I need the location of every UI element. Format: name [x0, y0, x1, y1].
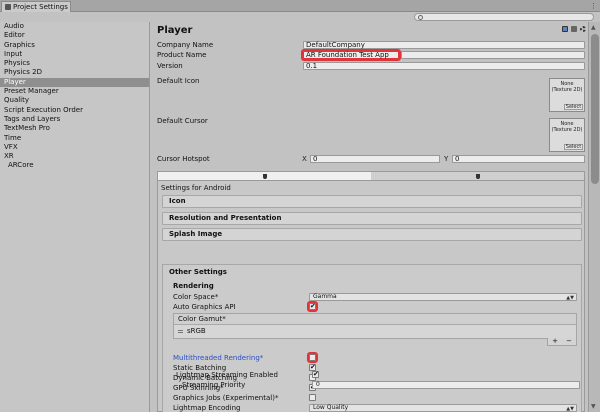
color-space-value: Gamma	[313, 293, 337, 300]
streaming-priority-label: Streaming Priority	[182, 381, 246, 389]
search-row	[150, 12, 600, 22]
default-cursor-label: Default Cursor	[157, 117, 208, 125]
dropdown-arrow-icon: ▲▼	[566, 295, 574, 301]
tab-standalone[interactable]	[158, 172, 371, 180]
default-icon-label: Default Icon	[157, 77, 200, 85]
scroll-up-icon[interactable]: ▲	[591, 24, 596, 31]
default-icon-select-button[interactable]: Select	[564, 104, 583, 110]
sidebar-item-preset-manager[interactable]: Preset Manager	[0, 87, 149, 96]
version-field[interactable]: 0.1	[303, 62, 585, 70]
sidebar-item-time[interactable]: Time	[0, 134, 149, 143]
default-icon-slot[interactable]: None (Texture 2D) Select	[549, 78, 585, 112]
scroll-down-icon[interactable]: ▼	[591, 403, 596, 410]
sidebar-item-physics[interactable]: Physics	[0, 59, 149, 68]
preset-icon[interactable]	[571, 26, 577, 32]
drag-handle-icon[interactable]	[178, 330, 183, 333]
section-splash-image[interactable]: Splash Image	[162, 228, 582, 241]
sidebar-item-player[interactable]: Player	[0, 77, 149, 88]
sidebar-item-arcore[interactable]: ARCore	[0, 161, 149, 170]
window-titlebar: Project Settings ⋮	[0, 0, 600, 12]
color-gamut-list: Color Gamut* sRGB	[173, 313, 577, 339]
color-space-dropdown[interactable]: Gamma ▲▼	[309, 293, 577, 301]
sidebar-item-audio[interactable]: Audio	[0, 22, 149, 31]
add-gamut-button[interactable]: +	[552, 338, 558, 345]
hotspot-y-field[interactable]: 0	[452, 155, 585, 163]
sidebar-item-graphics[interactable]: Graphics	[0, 41, 149, 50]
platform-tabs	[157, 171, 585, 181]
search-input[interactable]	[414, 13, 594, 21]
color-gamut-buttons: + −	[547, 338, 577, 346]
sidebar-item-quality[interactable]: Quality	[0, 96, 149, 105]
scrollbar-thumb[interactable]	[591, 34, 599, 184]
texture-type-text: (Texture 2D)	[551, 87, 583, 93]
color-gamut-header: Color Gamut*	[174, 314, 576, 325]
sidebar-item-script-execution-order[interactable]: Script Execution Order	[0, 106, 149, 115]
player-settings-panel: Player Company Name DefaultCompany Produ…	[151, 22, 588, 412]
tab-android[interactable]	[371, 172, 584, 180]
company-name-label: Company Name	[157, 41, 214, 49]
settings-sidebar: Audio Editor Graphics Input Physics Phys…	[0, 22, 150, 412]
help-icon[interactable]	[562, 26, 568, 32]
auto-graphics-api-checkbox[interactable]: ✔	[307, 301, 318, 312]
product-name-label: Product Name	[157, 51, 207, 59]
settings-for-heading: Settings for Android	[161, 184, 231, 192]
project-settings-tab[interactable]: Project Settings	[1, 1, 71, 12]
product-name-field[interactable]: AR Foundation Test App	[301, 49, 401, 61]
lightmap-streaming-checkbox[interactable]: ✔	[312, 371, 319, 378]
company-name-field[interactable]: DefaultCompany	[303, 41, 585, 49]
lightmap-streaming-label: Lightmap Streaming Enabled	[176, 371, 278, 379]
hotspot-x-field[interactable]: 0	[310, 155, 440, 163]
sidebar-item-xr[interactable]: XR	[0, 152, 149, 161]
section-icon[interactable]: Icon	[162, 195, 582, 208]
hotspot-y-label: Y	[444, 155, 449, 163]
default-cursor-slot[interactable]: None (Texture 2D) Select	[549, 118, 585, 152]
sidebar-item-editor[interactable]: Editor	[0, 31, 149, 40]
sidebar-item-input[interactable]: Input	[0, 50, 149, 59]
window-menu-icon[interactable]: ⋮	[590, 2, 597, 10]
sidebar-item-vfx[interactable]: VFX	[0, 143, 149, 152]
search-icon	[418, 15, 423, 20]
list-item[interactable]: sRGB	[174, 325, 576, 338]
gear-icon[interactable]	[580, 26, 586, 32]
other-settings-header[interactable]: Other Settings	[169, 268, 227, 276]
default-cursor-select-button[interactable]: Select	[564, 144, 583, 150]
page-title: Player	[157, 25, 193, 36]
android-icon	[475, 173, 480, 179]
multithreaded-rendering-checkbox[interactable]	[307, 352, 318, 363]
streaming-priority-field[interactable]: 0	[312, 381, 580, 389]
version-label: Version	[157, 62, 183, 70]
cursor-hotspot-label: Cursor Hotspot	[157, 155, 210, 163]
sidebar-item-textmesh-pro[interactable]: TextMesh Pro	[0, 124, 149, 133]
product-name-field-extension[interactable]	[401, 51, 585, 59]
auto-graphics-api-label: Auto Graphics API	[173, 303, 236, 311]
tab-title: Project Settings	[13, 3, 68, 11]
download-icon	[262, 173, 267, 179]
title-toolbar	[562, 26, 586, 32]
vertical-scrollbar[interactable]: ▲ ▼	[588, 22, 600, 412]
other-settings-continued: Lightmap Streaming Enabled ✔ Streaming P…	[151, 371, 588, 412]
texture-type-text: (Texture 2D)	[551, 127, 583, 133]
color-space-label: Color Space*	[173, 293, 219, 301]
hotspot-x-label: X	[302, 155, 307, 163]
sidebar-item-tags-and-layers[interactable]: Tags and Layers	[0, 115, 149, 124]
section-resolution-presentation[interactable]: Resolution and Presentation	[162, 212, 582, 225]
sidebar-item-physics-2d[interactable]: Physics 2D	[0, 68, 149, 77]
color-gamut-item-label: sRGB	[187, 327, 206, 335]
remove-gamut-button[interactable]: −	[566, 338, 572, 345]
settings-icon	[5, 4, 11, 10]
multithreaded-rendering-label: Multithreaded Rendering*	[173, 354, 264, 362]
rendering-heading: Rendering	[173, 282, 214, 290]
